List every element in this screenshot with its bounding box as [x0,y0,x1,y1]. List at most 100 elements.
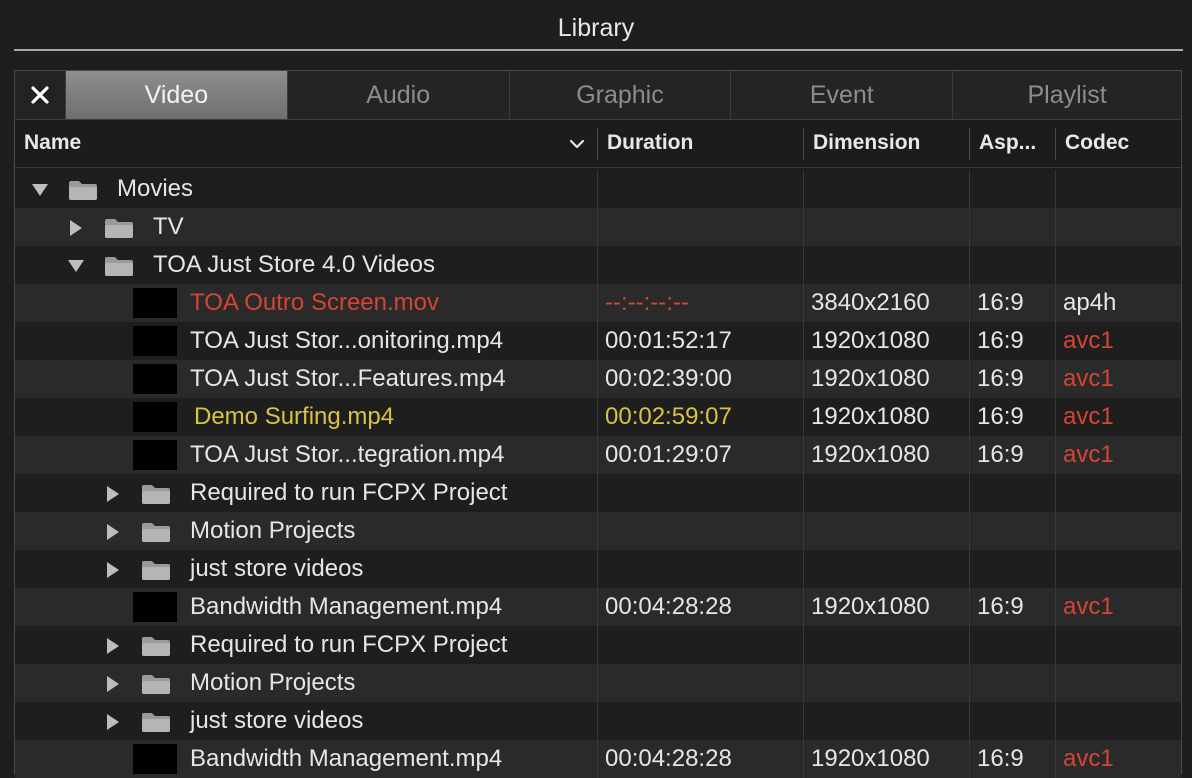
file-name: Bandwidth Management.mp4 [190,593,503,620]
codec-cell: avc1 [1063,745,1114,772]
file-row[interactable]: Bandwidth Management.mp4 00:04:28:28 1920x… [15,740,1181,778]
file-row[interactable]: TOA Just Stor...Features.mp4 00:02:39:00 1… [15,360,1181,398]
column-gridline [803,360,804,398]
codec-cell: avc1 [1063,365,1114,392]
folder-row[interactable]: TV [15,208,1181,246]
column-header-dimension[interactable]: Dimension [804,120,969,167]
file-row[interactable]: TOA Just Stor...onitoring.mp4 00:01:52:17… [15,322,1181,360]
column-gridline [1055,284,1056,322]
codec-cell: avc1 [1063,593,1114,620]
video-thumbnail [133,744,177,774]
file-name: TOA Just Stor...onitoring.mp4 [190,327,504,354]
column-header-duration[interactable]: Duration [598,120,803,167]
folder-row[interactable]: just store videos [15,702,1181,740]
column-gridline [1055,322,1056,360]
tab-audio[interactable]: Audio [288,71,510,119]
folder-name: Required to run FCPX Project [190,479,508,506]
column-gridline [1055,436,1056,474]
folder-row[interactable]: Movies [15,170,1181,208]
disclosure-collapsed-icon[interactable] [104,638,122,654]
column-gridline [803,208,804,246]
column-gridline [597,550,598,588]
disclosure-expanded-icon[interactable] [67,258,85,274]
column-gridline [597,284,598,322]
column-gridline [1055,360,1056,398]
column-gridline [597,246,598,284]
column-gridline [597,588,598,626]
file-row[interactable]: Demo Surfing.mp4 00:02:59:07 1920x1080 16:9… [15,398,1181,436]
media-list: Movies TV TOA Just Store 4.0 Videos TOA Out… [15,170,1181,778]
dimension-cell: 1920x1080 [811,593,930,620]
codec-cell: avc1 [1063,403,1114,430]
video-thumbnail [133,440,177,470]
folder-row[interactable]: TOA Just Store 4.0 Videos [15,246,1181,284]
column-gridline [969,436,970,474]
column-gridline [1055,664,1056,702]
file-row[interactable]: TOA Just Stor...tegration.mp4 00:01:29:07… [15,436,1181,474]
folder-name: TV [153,213,184,240]
window-title: Library [557,14,635,42]
column-gridline [803,474,804,512]
column-gridline [1055,740,1056,778]
disclosure-collapsed-icon[interactable] [104,714,122,730]
aspect-cell: 16:9 [977,365,1024,392]
column-gridline [1055,398,1056,436]
folder-name: TOA Just Store 4.0 Videos [153,251,435,278]
disclosure-collapsed-icon[interactable] [67,220,85,236]
column-gridline [1055,588,1056,626]
column-header-codec[interactable]: Codec [1056,120,1181,167]
folder-name: Movies [117,175,194,202]
column-gridline [1055,474,1056,512]
column-gridline [803,702,804,740]
aspect-cell: 16:9 [977,593,1024,620]
aspect-cell: 16:9 [977,289,1024,316]
column-gridline [597,702,598,740]
column-gridline [597,626,598,664]
folder-row[interactable]: Required to run FCPX Project [15,474,1181,512]
column-header-name[interactable]: Name [15,120,595,167]
column-gridline [803,398,804,436]
file-name: TOA Just Stor...tegration.mp4 [190,441,505,468]
file-row[interactable]: Bandwidth Management.mp4 00:04:28:28 1920x… [15,588,1181,626]
column-gridline [1055,170,1056,208]
column-gridline [803,664,804,702]
column-gridline [969,588,970,626]
close-button[interactable] [15,71,66,119]
tab-video[interactable]: Video [65,71,288,119]
disclosure-collapsed-icon[interactable] [104,676,122,692]
folder-icon [142,675,170,694]
folder-icon [142,523,170,542]
column-gridline [597,474,598,512]
column-header-aspect[interactable]: Asp... [970,120,1055,167]
column-gridline [1055,512,1056,550]
disclosure-collapsed-icon[interactable] [104,486,122,502]
folder-row[interactable]: Motion Projects [15,664,1181,702]
aspect-cell: 16:9 [977,327,1024,354]
disclosure-collapsed-icon[interactable] [104,524,122,540]
column-gridline [803,626,804,664]
title-divider [14,49,1183,51]
chevron-down-icon[interactable] [569,136,585,152]
column-gridline [803,322,804,360]
aspect-cell: 16:9 [977,403,1024,430]
codec-cell: avc1 [1063,327,1114,354]
tab-graphic[interactable]: Graphic [510,71,732,119]
disclosure-expanded-icon[interactable] [31,182,49,198]
column-gridline [597,208,598,246]
folder-row[interactable]: Required to run FCPX Project [15,626,1181,664]
disclosure-collapsed-icon[interactable] [104,562,122,578]
folder-row[interactable]: Motion Projects [15,512,1181,550]
column-gridline [597,360,598,398]
tab-playlist[interactable]: Playlist [953,71,1181,119]
folder-icon [142,637,170,656]
file-row[interactable]: TOA Outro Screen.mov --:--:--:-- 3840x2160… [15,284,1181,322]
column-gridline [597,322,598,360]
column-gridline [969,474,970,512]
column-gridline [969,626,970,664]
tab-event[interactable]: Event [731,71,954,119]
file-name: TOA Just Stor...Features.mp4 [190,365,506,392]
folder-icon [142,561,170,580]
duration-cell: 00:02:59:07 [605,403,732,430]
folder-row[interactable]: just store videos [15,550,1181,588]
column-gridline [969,170,970,208]
